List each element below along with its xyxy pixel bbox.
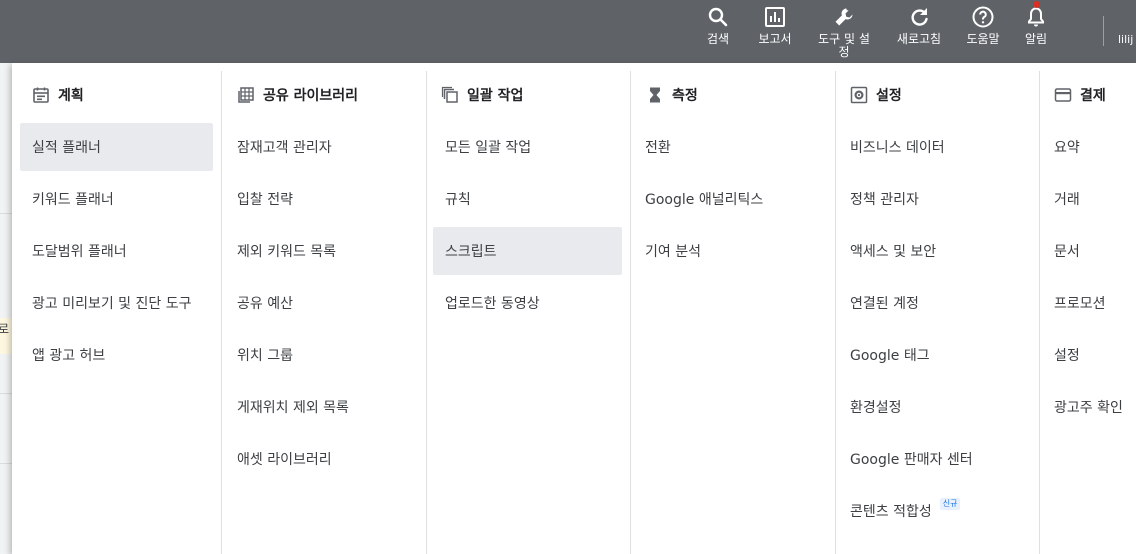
menu-item-ad-preview-diagnosis[interactable]: 광고 미리보기 및 진단 도구 [20, 279, 213, 327]
wrench-icon [835, 8, 853, 26]
menu-item-access-security[interactable]: 액세스 및 보안 [838, 227, 1031, 275]
bell-icon [1028, 7, 1044, 27]
menu-item-placement-exclusion-lists[interactable]: 게재위치 제외 목록 [225, 383, 418, 431]
menu-item-business-data[interactable]: 비즈니스 데이터 [838, 123, 1031, 171]
menu-item-summary[interactable]: 요약 [1042, 123, 1128, 171]
menu-column-billing: 결제 요약 거래 문서 프로모션 설정 광고주 확인 [1040, 71, 1136, 554]
menu-column-setup: 설정 비즈니스 데이터 정책 관리자 액세스 및 보안 연결된 계정 Googl… [836, 71, 1040, 554]
calendar-icon [33, 87, 49, 103]
column-title: 결제 [1080, 88, 1106, 104]
menu-item-label: 콘텐츠 적합성 [850, 504, 932, 520]
menu-item-policy-manager[interactable]: 정책 관리자 [838, 175, 1031, 223]
menu-column-shared-library: 공유 라이브러리 잠재고객 관리자 입찰 전략 제외 키워드 목록 공유 예산 … [222, 71, 427, 554]
refresh-button[interactable]: 새로고침 [895, 0, 943, 63]
menu-item-google-tag[interactable]: Google 태그 [838, 331, 1031, 379]
column-heading: 일괄 작업 [427, 71, 630, 119]
tools-settings-button[interactable]: 도구 및 설 정 [816, 0, 872, 63]
refresh-label: 새로고침 [896, 32, 942, 46]
menu-item-negative-keyword-lists[interactable]: 제외 키워드 목록 [225, 227, 418, 275]
search-button[interactable]: 검색 [703, 0, 733, 63]
menu-item-location-groups[interactable]: 위치 그룹 [225, 331, 418, 379]
column-title: 일괄 작업 [467, 88, 524, 104]
menu-item-shared-budgets[interactable]: 공유 예산 [225, 279, 418, 327]
menu-item-asset-library[interactable]: 애셋 라이브러리 [225, 435, 418, 483]
help-button[interactable]: 도움말 [964, 0, 1002, 63]
menu-item-attribution[interactable]: 기여 분석 [633, 227, 827, 275]
account-name[interactable]: lilij [1118, 33, 1133, 46]
column-heading: 결제 [1040, 71, 1136, 119]
new-badge: 신규 [939, 498, 961, 510]
background-divider [0, 213, 12, 214]
credit-card-icon [1054, 88, 1072, 102]
menu-item-advertiser-verification[interactable]: 광고주 확인 [1042, 383, 1128, 431]
menu-item-reach-planner[interactable]: 도달범위 플래너 [20, 227, 213, 275]
menu-item-audience-manager[interactable]: 잠재고객 관리자 [225, 123, 418, 171]
refresh-icon [911, 8, 928, 26]
menu-column-measurement: 측정 전환 Google 애널리틱스 기여 분석 [631, 71, 836, 554]
menu-column-bulk-actions: 일괄 작업 모든 일괄 작업 규칙 스크립트 업로드한 동영상 [427, 71, 631, 554]
notifications-button[interactable]: 알림 [1022, 0, 1050, 63]
background-divider [0, 463, 12, 464]
column-heading: 공유 라이브러리 [222, 71, 426, 119]
search-label: 검색 [706, 32, 730, 46]
search-icon [708, 7, 728, 27]
menu-item-preferences[interactable]: 환경설정 [838, 383, 1031, 431]
menu-item-content-suitability[interactable]: 콘텐츠 적합성 신규 [838, 487, 1031, 535]
menu-item-promotions[interactable]: 프로모션 [1042, 279, 1128, 327]
tools-settings-menu: 계획 실적 플래너 키워드 플래너 도달범위 플래너 광고 미리보기 및 진단 … [12, 63, 1136, 554]
column-heading: 계획 [12, 71, 221, 119]
library-grid-icon [238, 87, 254, 103]
column-heading: 측정 [631, 71, 835, 119]
reports-button[interactable]: 보고서 [756, 0, 794, 63]
copy-stack-icon [441, 86, 458, 103]
menu-item-conversions[interactable]: 전환 [633, 123, 827, 171]
background-clipped-text: 로 [0, 318, 12, 354]
menu-column-planning: 계획 실적 플래너 키워드 플래너 도달범위 플래너 광고 미리보기 및 진단 … [12, 71, 222, 554]
menu-item-uploaded-videos[interactable]: 업로드한 동영상 [433, 279, 622, 327]
help-icon [972, 6, 994, 28]
menu-item-google-analytics[interactable]: Google 애널리틱스 [633, 175, 827, 223]
menu-item-bid-strategies[interactable]: 입찰 전략 [225, 175, 418, 223]
menu-item-linked-accounts[interactable]: 연결된 계정 [838, 279, 1031, 327]
menu-item-performance-planner[interactable]: 실적 플래너 [20, 123, 213, 171]
top-app-bar: 검색 보고서 도구 및 설 정 새로고침 도움말 알림 lilij [0, 0, 1136, 63]
column-title: 공유 라이브러리 [263, 88, 359, 104]
notification-dot [1033, 1, 1040, 8]
column-title: 계획 [58, 88, 84, 104]
settings-box-icon [850, 86, 868, 104]
menu-item-all-bulk-actions[interactable]: 모든 일괄 작업 [433, 123, 622, 171]
reports-label: 보고서 [758, 32, 792, 46]
menu-item-merchant-center[interactable]: Google 판매자 센터 [838, 435, 1031, 483]
menu-item-rules[interactable]: 규칙 [433, 175, 622, 223]
help-label: 도움말 [966, 32, 1000, 46]
background-divider [0, 393, 12, 394]
menu-item-app-advertising-hub[interactable]: 앱 광고 허브 [20, 331, 213, 379]
menu-item-scripts[interactable]: 스크립트 [433, 227, 622, 275]
tools-label-line2: 정 [838, 45, 850, 59]
menu-item-keyword-planner[interactable]: 키워드 플래너 [20, 175, 213, 223]
bar-chart-icon [765, 7, 785, 27]
column-title: 설정 [876, 88, 902, 104]
hourglass-icon [650, 87, 660, 103]
menu-item-billing-settings[interactable]: 설정 [1042, 331, 1128, 379]
column-title: 측정 [672, 88, 698, 104]
menu-item-transactions[interactable]: 거래 [1042, 175, 1128, 223]
header-divider [1103, 16, 1104, 46]
notifications-label: 알림 [1024, 32, 1048, 46]
column-heading: 설정 [836, 71, 1039, 119]
background-page [0, 63, 12, 554]
menu-item-documents[interactable]: 문서 [1042, 227, 1128, 275]
